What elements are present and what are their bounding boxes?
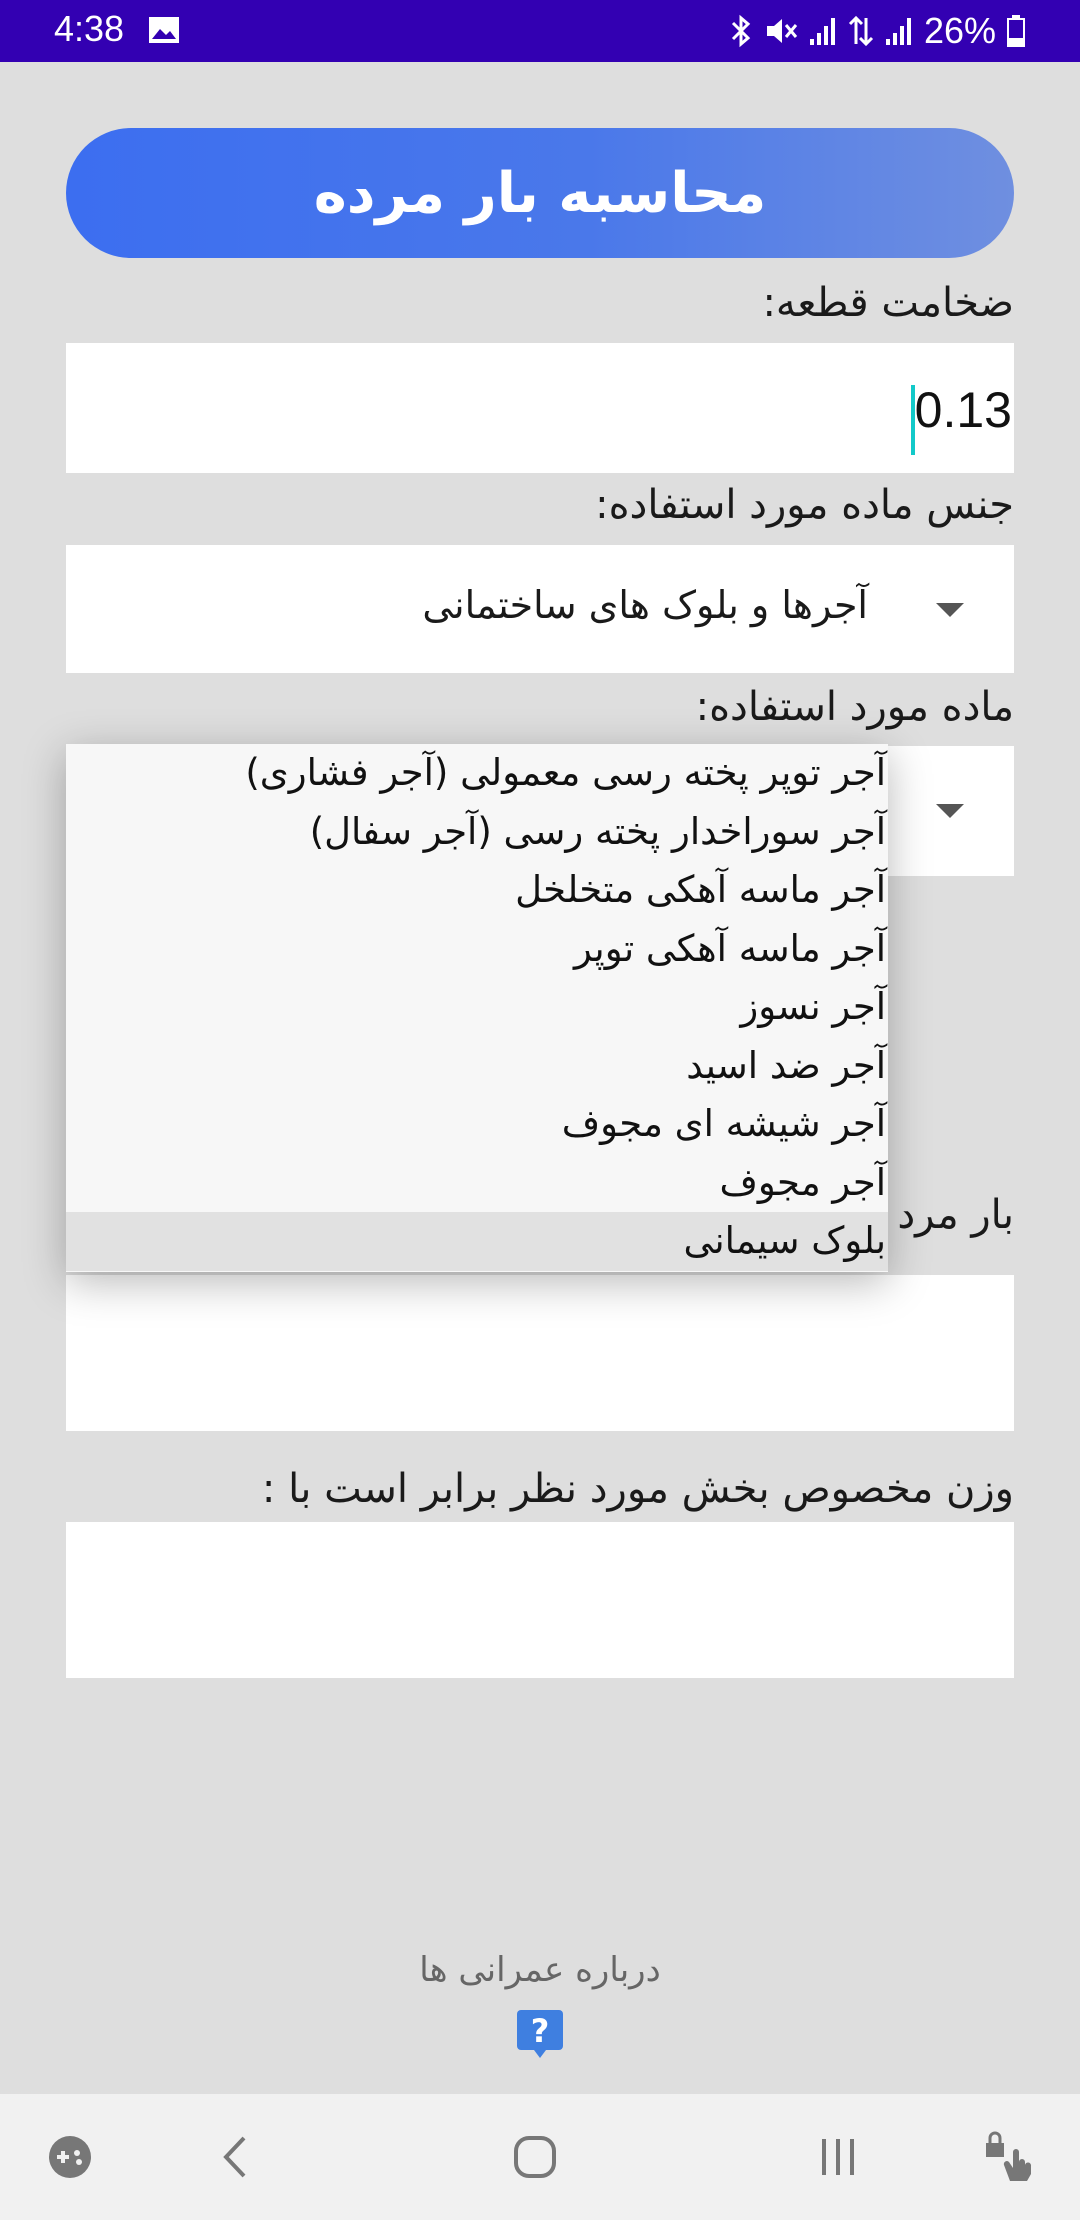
home-button[interactable] bbox=[505, 2094, 565, 2220]
chevron-down-icon bbox=[936, 804, 964, 818]
material-dropdown-list: آجر توپر پخته رسی معمولی (آجر فشاری) آجر… bbox=[66, 744, 888, 1272]
dropdown-option[interactable]: آجر ماسه آهکی متخلخل bbox=[66, 861, 888, 920]
image-icon bbox=[149, 17, 179, 43]
recents-icon bbox=[822, 2139, 854, 2175]
chevron-down-icon bbox=[936, 603, 964, 617]
dropdown-option[interactable]: آجر ماسه آهکی توپر bbox=[66, 920, 888, 979]
dropdown-option[interactable]: آجر مجوف bbox=[66, 1154, 888, 1213]
game-launcher-icon bbox=[49, 2136, 91, 2178]
status-icons: 26% bbox=[728, 10, 1026, 52]
signal-icon bbox=[809, 18, 835, 45]
touch-lock-icon bbox=[986, 2131, 1032, 2181]
dropdown-option[interactable]: آجر ضد اسید bbox=[66, 1037, 888, 1096]
game-launcher-button[interactable] bbox=[40, 2094, 100, 2220]
dropdown-option[interactable]: آجر شیشه ای مجوف bbox=[66, 1095, 888, 1154]
about-link[interactable]: درباره عمرانی ها bbox=[0, 1950, 1080, 1990]
home-icon bbox=[514, 2136, 556, 2178]
status-bar: 4:38 26% bbox=[0, 0, 1080, 62]
material-label: ماده مورد استفاده: bbox=[695, 684, 1014, 730]
density-label: وزن مخصوص بخش مورد نظر برابر است با : bbox=[261, 1466, 1014, 1512]
dropdown-option[interactable]: آجر نسوز bbox=[66, 978, 888, 1037]
back-button[interactable] bbox=[205, 2094, 265, 2220]
recents-button[interactable] bbox=[808, 2094, 868, 2220]
battery-icon bbox=[1007, 15, 1025, 47]
material-type-value: آجرها و بلوک های ساختمانی bbox=[422, 583, 868, 627]
back-icon bbox=[223, 2136, 246, 2178]
dead-load-label: بار مرد bbox=[897, 1192, 1014, 1238]
dead-load-output bbox=[66, 1275, 1014, 1431]
touch-lock-button[interactable] bbox=[975, 2094, 1045, 2220]
data-icon bbox=[848, 15, 873, 47]
dropdown-option-selected[interactable]: بلوک سیمانی bbox=[66, 1212, 888, 1271]
system-nav-bar bbox=[0, 2094, 1080, 2220]
material-type-spinner[interactable]: آجرها و بلوک های ساختمانی bbox=[66, 545, 1014, 673]
page-title: محاسبه بار مرده bbox=[66, 128, 1014, 258]
bluetooth-icon bbox=[731, 14, 751, 48]
thickness-input[interactable]: 0.13 bbox=[66, 343, 1014, 473]
thickness-label: ضخامت قطعه: bbox=[762, 280, 1014, 326]
status-time: 4:38 bbox=[54, 8, 125, 49]
signal-icon bbox=[885, 18, 911, 45]
thickness-value: 0.13 bbox=[914, 382, 1012, 438]
dropdown-option[interactable]: آجر سوراخدار پخته رسی (آجر سفال) bbox=[66, 803, 888, 862]
dropdown-option[interactable]: آجر توپر پخته رسی معمولی (آجر فشاری) bbox=[66, 744, 888, 803]
mute-icon bbox=[766, 19, 798, 43]
svg-text:?: ? bbox=[531, 2012, 550, 2050]
question-icon[interactable]: ? bbox=[515, 2008, 565, 2060]
density-output bbox=[66, 1522, 1014, 1678]
material-type-label: جنس ماده مورد استفاده: bbox=[595, 482, 1014, 528]
battery-percent: 26% bbox=[923, 10, 996, 51]
